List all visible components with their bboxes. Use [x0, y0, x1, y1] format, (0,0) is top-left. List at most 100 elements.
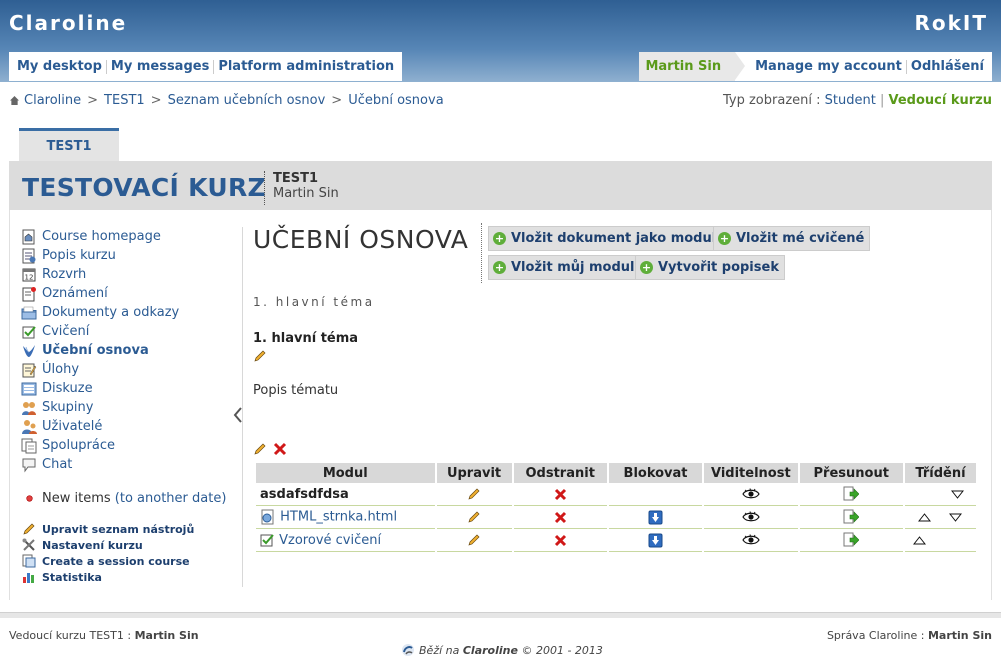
- sidebar-item-label: Spolupráce: [42, 438, 116, 453]
- footer-admin-name[interactable]: Martin Sin: [928, 629, 992, 642]
- nav-my-desktop[interactable]: My desktop: [13, 59, 107, 74]
- wiki-icon: [21, 438, 37, 454]
- block-arrow-down-icon[interactable]: [648, 510, 663, 525]
- edit-pencil-icon[interactable]: [467, 510, 481, 524]
- platform-header: Claroline RokIT My desktop My messages P…: [0, 0, 1001, 82]
- visibility-eye-icon[interactable]: [742, 511, 760, 523]
- breadcrumb-item-current[interactable]: Učební osnova: [348, 93, 443, 108]
- home-icon: [10, 96, 19, 105]
- claroline-logo-icon: [402, 644, 414, 656]
- column-header-delete: Odstranit: [513, 463, 607, 483]
- move-up-triangle-icon[interactable]: [918, 512, 932, 522]
- new-items-label: New items: [42, 491, 111, 506]
- logout-link[interactable]: Odhlášení: [907, 59, 988, 74]
- column-header-module: Modul: [256, 463, 435, 483]
- create-label-button[interactable]: + Vytvořit popisek: [635, 255, 785, 280]
- footer-manager-name[interactable]: Martin Sin: [135, 629, 199, 642]
- edit-pencil-icon[interactable]: [467, 533, 481, 547]
- claroline-link[interactable]: Claroline: [463, 644, 518, 657]
- edit-tool-list-link[interactable]: Upravit seznam nástrojů: [21, 521, 242, 537]
- sidebar-item-learning-path[interactable]: Učební osnova: [21, 341, 242, 360]
- course-settings-link[interactable]: Nastavení kurzu: [21, 537, 242, 553]
- breadcrumb-item-claroline[interactable]: Claroline: [24, 93, 81, 108]
- move-icon[interactable]: [843, 509, 860, 525]
- block-arrow-down-icon[interactable]: [648, 533, 663, 548]
- topic-title: 1. hlavní téma: [253, 331, 359, 346]
- sidebar-item-schedule[interactable]: 12 Rozvrh: [21, 265, 242, 284]
- visibility-eye-icon[interactable]: [742, 534, 760, 546]
- forum-icon: [21, 381, 37, 397]
- sidebar-item-chat[interactable]: Chat: [21, 455, 242, 474]
- folder-icon: [21, 305, 37, 321]
- nav-platform-administration[interactable]: Platform administration: [214, 59, 398, 74]
- module-name-link[interactable]: Vzorové cvičení: [279, 533, 381, 548]
- account-nav: Martin Sin Manage my account Odhlášení: [639, 52, 992, 81]
- sidebar-item-forum[interactable]: Diskuze: [21, 379, 242, 398]
- powered-by: Běží na Claroline © 2001 - 2013: [401, 643, 603, 657]
- insert-document-as-module-button[interactable]: + Vložit dokument jako modul: [488, 226, 723, 251]
- column-header-edit: Upravit: [436, 463, 512, 483]
- sidebar-item-label: Course homepage: [42, 229, 161, 244]
- tab-course-test1[interactable]: TEST1: [19, 128, 119, 161]
- session-icon: [21, 553, 37, 569]
- platform-name[interactable]: Claroline: [9, 11, 127, 35]
- sidebar-item-users[interactable]: Uživatelé: [21, 417, 242, 436]
- delete-x-icon[interactable]: [554, 488, 567, 501]
- insert-my-module-button[interactable]: + Vložit můj modul: [488, 255, 641, 280]
- view-mode-manager[interactable]: Vedoucí kurzu: [889, 93, 992, 108]
- sidebar-item-announcements[interactable]: Oznámení: [21, 284, 242, 303]
- breadcrumb-item-course[interactable]: TEST1: [104, 93, 145, 108]
- sidebar-item-assignments[interactable]: Úlohy: [21, 360, 242, 379]
- move-up-triangle-icon[interactable]: [912, 535, 926, 545]
- calendar-icon: 12: [21, 267, 37, 283]
- sidebar-item-label: Chat: [42, 457, 73, 472]
- visibility-eye-icon[interactable]: [742, 488, 760, 500]
- edit-pencil-icon[interactable]: [253, 442, 267, 456]
- delete-x-icon[interactable]: [554, 511, 567, 524]
- move-icon[interactable]: [843, 486, 860, 502]
- collapse-sidebar-icon[interactable]: [233, 407, 243, 423]
- sidebar-item-course-description[interactable]: Popis kurzu: [21, 246, 242, 265]
- new-items-date-link[interactable]: (to another date): [115, 491, 227, 506]
- sidebar-item-documents[interactable]: Dokumenty a odkazy: [21, 303, 242, 322]
- sidebar-item-wiki[interactable]: Spolupráce: [21, 436, 242, 455]
- add-icon: +: [640, 261, 653, 274]
- course-title[interactable]: TESTOVACÍ KURZ: [22, 173, 266, 202]
- module-name: asdafsdfdsa: [260, 486, 349, 502]
- nav-my-messages[interactable]: My messages: [107, 59, 215, 74]
- add-icon: +: [493, 261, 506, 274]
- delete-x-icon[interactable]: [554, 534, 567, 547]
- insert-my-exercise-button[interactable]: + Vložit mé cvičené: [713, 226, 871, 251]
- view-mode-student[interactable]: Student: [825, 93, 876, 108]
- delete-x-icon[interactable]: [273, 442, 287, 456]
- info-doc-icon: [21, 248, 37, 264]
- html-document-icon: [261, 509, 274, 525]
- manage-account-link[interactable]: Manage my account: [751, 59, 907, 74]
- topic-path: 1. hlavní téma: [253, 295, 375, 309]
- course-banner: TESTOVACÍ KURZ TEST1 Martin Sin: [9, 161, 992, 210]
- move-down-triangle-icon[interactable]: [951, 490, 964, 499]
- column-header-block: Blokovat: [608, 463, 703, 483]
- sidebar-item-label: Učební osnova: [42, 343, 149, 358]
- module-name-link[interactable]: HTML_strnka.html: [280, 510, 397, 525]
- new-items: New items (to another date): [21, 491, 242, 506]
- create-session-course-label: Create a session course: [42, 554, 190, 568]
- breadcrumb-item-path-list[interactable]: Seznam učebních osnov: [168, 93, 326, 108]
- statistics-link[interactable]: Statistika: [21, 569, 242, 585]
- sidebar-item-label: Popis kurzu: [42, 248, 116, 263]
- create-session-course-link[interactable]: Create a session course: [21, 553, 242, 569]
- course-tool-list: Course homepage Popis kurzu 12 Rozvrh Oz…: [21, 227, 243, 587]
- move-icon[interactable]: [843, 532, 860, 548]
- institution-name[interactable]: RokIT: [914, 11, 988, 35]
- edit-pencil-icon[interactable]: [467, 487, 481, 501]
- sidebar-item-exercises[interactable]: Cvičení: [21, 322, 242, 341]
- edit-topic-pencil-icon[interactable]: [253, 349, 267, 363]
- footer-divider: [0, 612, 1001, 618]
- move-down-triangle-icon[interactable]: [949, 513, 963, 522]
- view-mode-label: Typ zobrazení :: [722, 93, 821, 108]
- sidebar-item-label: Dokumenty a odkazy: [42, 305, 180, 320]
- sidebar-item-groups[interactable]: Skupiny: [21, 398, 242, 417]
- column-header-move: Přesunout: [799, 463, 903, 483]
- sidebar-item-course-homepage[interactable]: Course homepage: [21, 227, 242, 246]
- user-nav: My desktop My messages Platform administ…: [9, 52, 403, 81]
